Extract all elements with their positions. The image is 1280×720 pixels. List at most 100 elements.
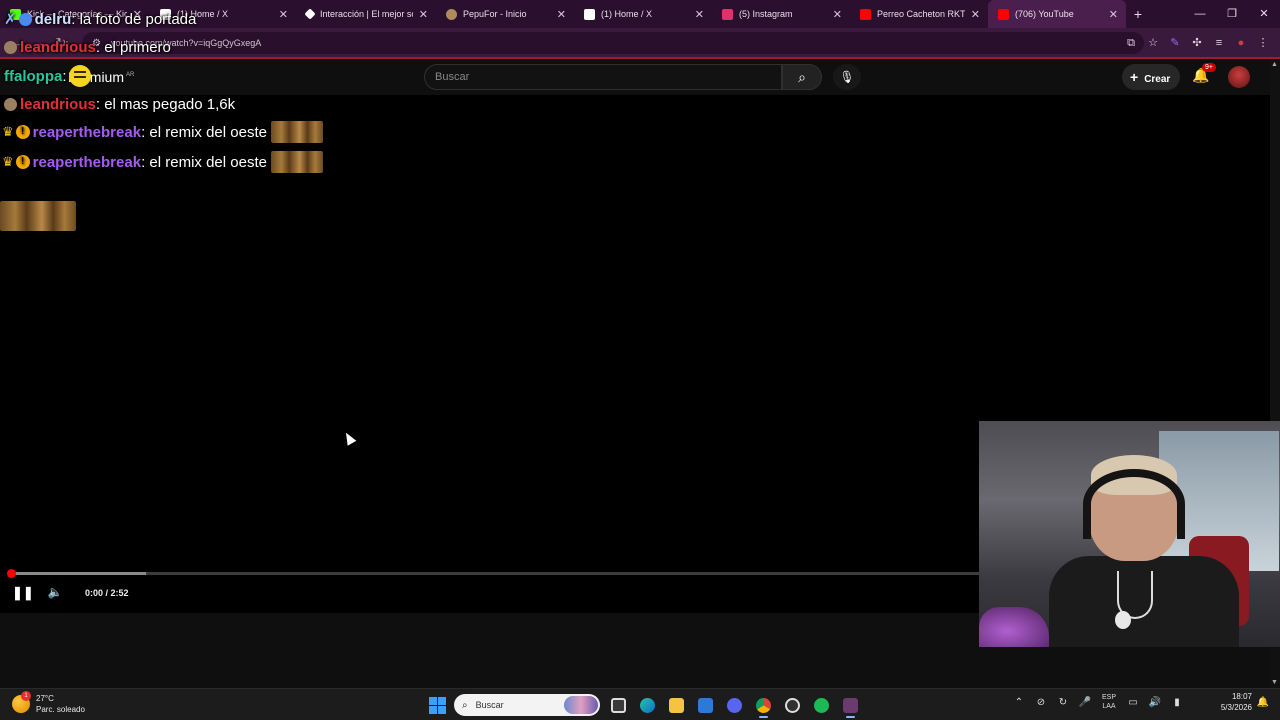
steam-icon — [843, 697, 858, 713]
battery-icon[interactable]: ▮ — [1166, 697, 1188, 708]
scrubber-handle[interactable] — [7, 569, 16, 578]
spotify-button[interactable] — [807, 692, 836, 718]
network-off-icon[interactable]: ⊘ — [1030, 697, 1052, 708]
volume-icon: 🔈 — [47, 585, 63, 599]
chat-line: ✗ delru : la foto de portada — [4, 7, 196, 31]
maximize-button[interactable]: ❐ — [1216, 0, 1248, 28]
instagram-icon — [722, 8, 733, 20]
minimize-button[interactable]: — — [1184, 0, 1216, 28]
duration: 2:52 — [110, 588, 129, 598]
folder-icon — [669, 697, 684, 713]
language-indicator[interactable]: ESP LAA — [1096, 693, 1122, 711]
mic-button[interactable]: 🎙 — [833, 64, 861, 90]
search-button[interactable]: ⌕ — [782, 64, 822, 90]
tab-title: Interacción | El mejor software — [320, 9, 413, 19]
notification-center-icon[interactable]: 🔔 — [1252, 697, 1274, 708]
search-input[interactable]: Buscar — [424, 64, 782, 90]
headphones-icon — [1083, 469, 1185, 539]
speaker-icon[interactable]: 🔊 — [1144, 697, 1166, 708]
create-label: Crear — [1144, 74, 1171, 85]
chat-message: : la foto de portada — [71, 10, 197, 28]
tab-instagram[interactable]: (5) Instagram ✕ — [712, 0, 850, 28]
avatar[interactable] — [1228, 66, 1250, 88]
new-tab-button[interactable]: + — [1126, 6, 1150, 22]
webcam-hand — [979, 607, 1049, 647]
extension-icon[interactable]: ✎ — [1164, 32, 1186, 54]
discord-icon — [727, 697, 742, 713]
chat-line: ♛ ! reaperthebreak : el remix del oeste — [2, 120, 323, 144]
weather-widget[interactable]: 1 27°C Parc. soleado — [12, 691, 85, 715]
task-view-icon — [611, 697, 626, 713]
search-icon: ⌕ — [798, 69, 806, 85]
time-display: 0:00 / 2:52 — [85, 588, 129, 598]
tab-close-icon[interactable]: ✕ — [971, 8, 980, 21]
volume-button[interactable]: 🔈 — [46, 585, 64, 603]
tab-close-icon[interactable]: ✕ — [557, 8, 566, 21]
taskbar-search[interactable]: ⌕ Buscar — [454, 694, 600, 716]
microphone-icon: 🎙 — [839, 70, 855, 84]
mic-tray-icon[interactable]: 🎤 — [1074, 697, 1096, 708]
smiley-emote-icon — [68, 65, 91, 87]
tab-perreo[interactable]: Perreo Cacheton RKT - DJ ✕ — [850, 0, 988, 28]
tab-close-icon[interactable]: ✕ — [279, 8, 288, 21]
tab-close-icon[interactable]: ✕ — [419, 8, 428, 21]
url-input[interactable]: ⚙ youtube.com/watch?v=iqGgQyGxegA — [82, 32, 1144, 54]
crown-icon: ♛ — [2, 124, 14, 139]
scroll-down-icon[interactable]: ▼ — [1271, 679, 1278, 686]
taskbar-apps: ⌕ Buscar — [424, 692, 865, 718]
create-button[interactable]: + Crear — [1122, 64, 1180, 90]
obs-button[interactable] — [778, 692, 807, 718]
file-explorer-button[interactable] — [662, 692, 691, 718]
chat-line: leandrious : el primero — [4, 35, 171, 59]
notifications-button[interactable]: 🔔 9+ — [1192, 63, 1216, 84]
interaccion-icon — [304, 8, 316, 20]
discord-button[interactable] — [720, 692, 749, 718]
weather-desc: Parc. soleado — [36, 705, 85, 714]
youtube-icon — [860, 8, 871, 20]
x-badge-icon: ✗ — [4, 11, 17, 28]
store-icon — [698, 697, 713, 713]
chat-username: leandrious — [20, 95, 96, 113]
start-button[interactable] — [424, 692, 450, 718]
tab-pepufor[interactable]: PepuFor - Inicio ✕ — [436, 0, 574, 28]
tab-close-icon[interactable]: ✕ — [833, 8, 842, 21]
reading-list-icon[interactable]: ≡ — [1208, 32, 1230, 54]
scroll-up-icon[interactable]: ▲ — [1271, 61, 1278, 68]
weather-badge: 1 — [21, 691, 31, 701]
steam-button[interactable] — [836, 692, 865, 718]
profile-icon[interactable]: ● — [1230, 32, 1252, 54]
chevron-up-icon[interactable]: ⌃ — [1008, 697, 1030, 708]
store-button[interactable] — [691, 692, 720, 718]
webcam-overlay — [979, 421, 1280, 647]
chrome-button[interactable] — [749, 692, 778, 718]
tab-title: (706) YouTube — [1015, 9, 1074, 19]
address-actions: ⧉ ☆ ✎ ✣ ≡ ● ⋮ — [1120, 32, 1274, 54]
spotify-icon — [814, 697, 829, 713]
minions-emote-icon — [0, 201, 76, 231]
sync-icon[interactable]: ↻ — [1052, 697, 1074, 708]
tab-close-icon[interactable]: ✕ — [695, 8, 704, 21]
progress-bar[interactable] — [7, 569, 980, 578]
x-icon — [584, 8, 595, 20]
menu-icon[interactable]: ⋮ — [1252, 32, 1274, 54]
youtube-icon — [998, 8, 1009, 20]
edge-button[interactable] — [633, 692, 662, 718]
pepufor-icon — [446, 8, 457, 20]
tab-youtube[interactable]: (706) YouTube ✕ — [988, 0, 1126, 28]
install-app-icon[interactable]: ⧉ — [1120, 32, 1142, 54]
bookmark-star-icon[interactable]: ☆ — [1142, 32, 1164, 54]
chat-line: leandrious : el mas pegado 1,6k — [4, 92, 235, 116]
puzzle-icon[interactable]: ✣ — [1186, 32, 1208, 54]
search-icon: ⌕ — [462, 699, 468, 711]
pause-button[interactable]: ❚❚ — [12, 585, 34, 603]
tab-x-home-2[interactable]: (1) Home / X ✕ — [574, 0, 712, 28]
close-window-button[interactable]: ✕ — [1248, 0, 1280, 28]
tab-interaccion[interactable]: Interacción | El mejor software ✕ — [296, 0, 436, 28]
clock[interactable]: 18:07 5/3/2026 — [1194, 691, 1252, 713]
display-icon[interactable]: ▭ — [1122, 697, 1144, 708]
bits-badge-icon: ! — [15, 155, 30, 169]
windows-taskbar: 1 27°C Parc. soleado ⌕ Buscar ⌃ ⊘ ↻ 🎤 ES… — [0, 688, 1280, 720]
task-view-button[interactable] — [604, 692, 633, 718]
tab-close-icon[interactable]: ✕ — [1109, 8, 1118, 21]
logo-region: AR — [126, 72, 135, 79]
